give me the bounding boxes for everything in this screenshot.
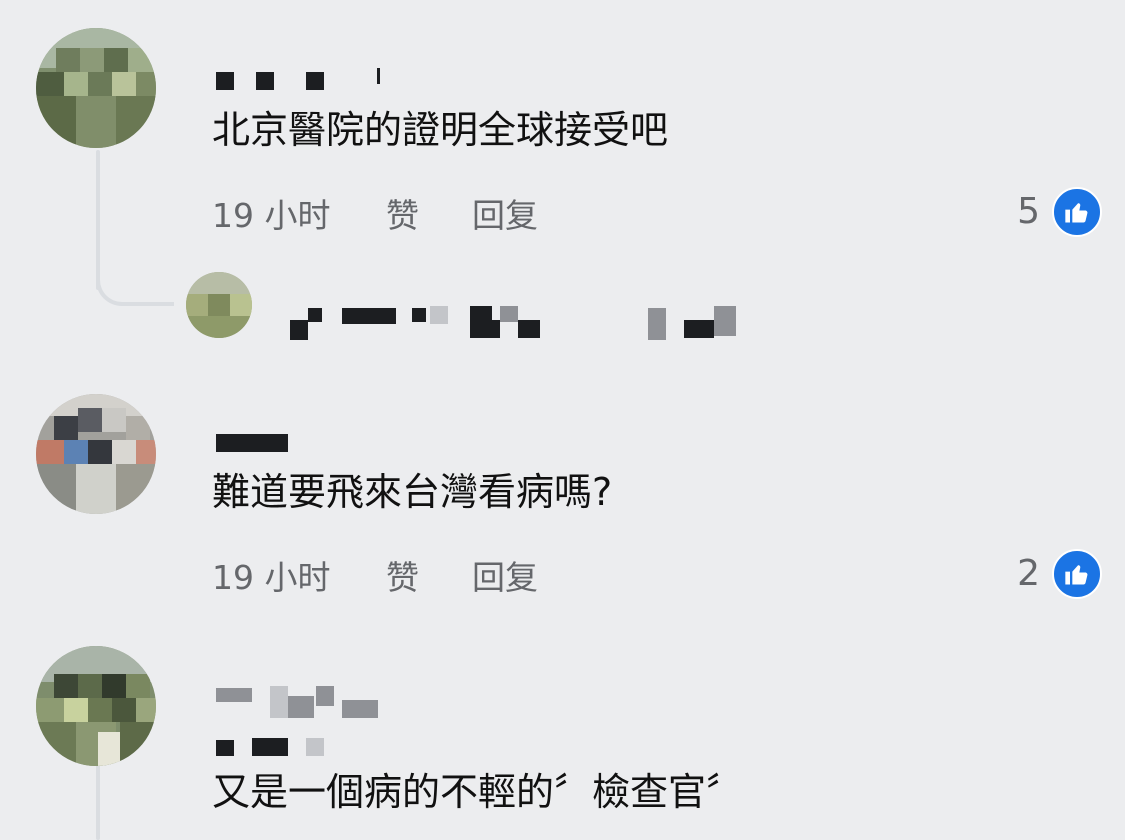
like-count: 2 [1017, 553, 1040, 594]
like-button[interactable]: 赞 [386, 196, 419, 236]
like-button[interactable]: 赞 [386, 558, 419, 598]
thread-line [96, 758, 100, 840]
avatar[interactable] [36, 28, 156, 148]
commenter-name[interactable] [216, 68, 386, 90]
comment-text: 又是一個病的不輕的〞檢查官〞 [212, 770, 745, 814]
avatar[interactable] [36, 646, 156, 766]
commenter-name[interactable] [216, 432, 296, 456]
reply-button[interactable]: 回复 [472, 558, 538, 598]
comment-timestamp: 19 小时 [212, 196, 331, 235]
commenter-name[interactable] [216, 686, 386, 758]
thumbs-up-icon[interactable] [1052, 187, 1102, 237]
comment-text: 北京醫院的證明全球接受吧 [212, 108, 669, 152]
avatar[interactable] [186, 272, 252, 338]
avatar[interactable] [36, 394, 156, 514]
comment-timestamp: 19 小时 [212, 558, 331, 597]
reply-button[interactable]: 回复 [472, 196, 538, 236]
reply-connector [96, 262, 174, 306]
thumbs-up-icon[interactable] [1052, 549, 1102, 599]
like-count: 5 [1017, 191, 1040, 232]
comment-text: 難道要飛來台灣看病嗎? [212, 470, 613, 514]
reply-preview[interactable] [284, 300, 754, 344]
